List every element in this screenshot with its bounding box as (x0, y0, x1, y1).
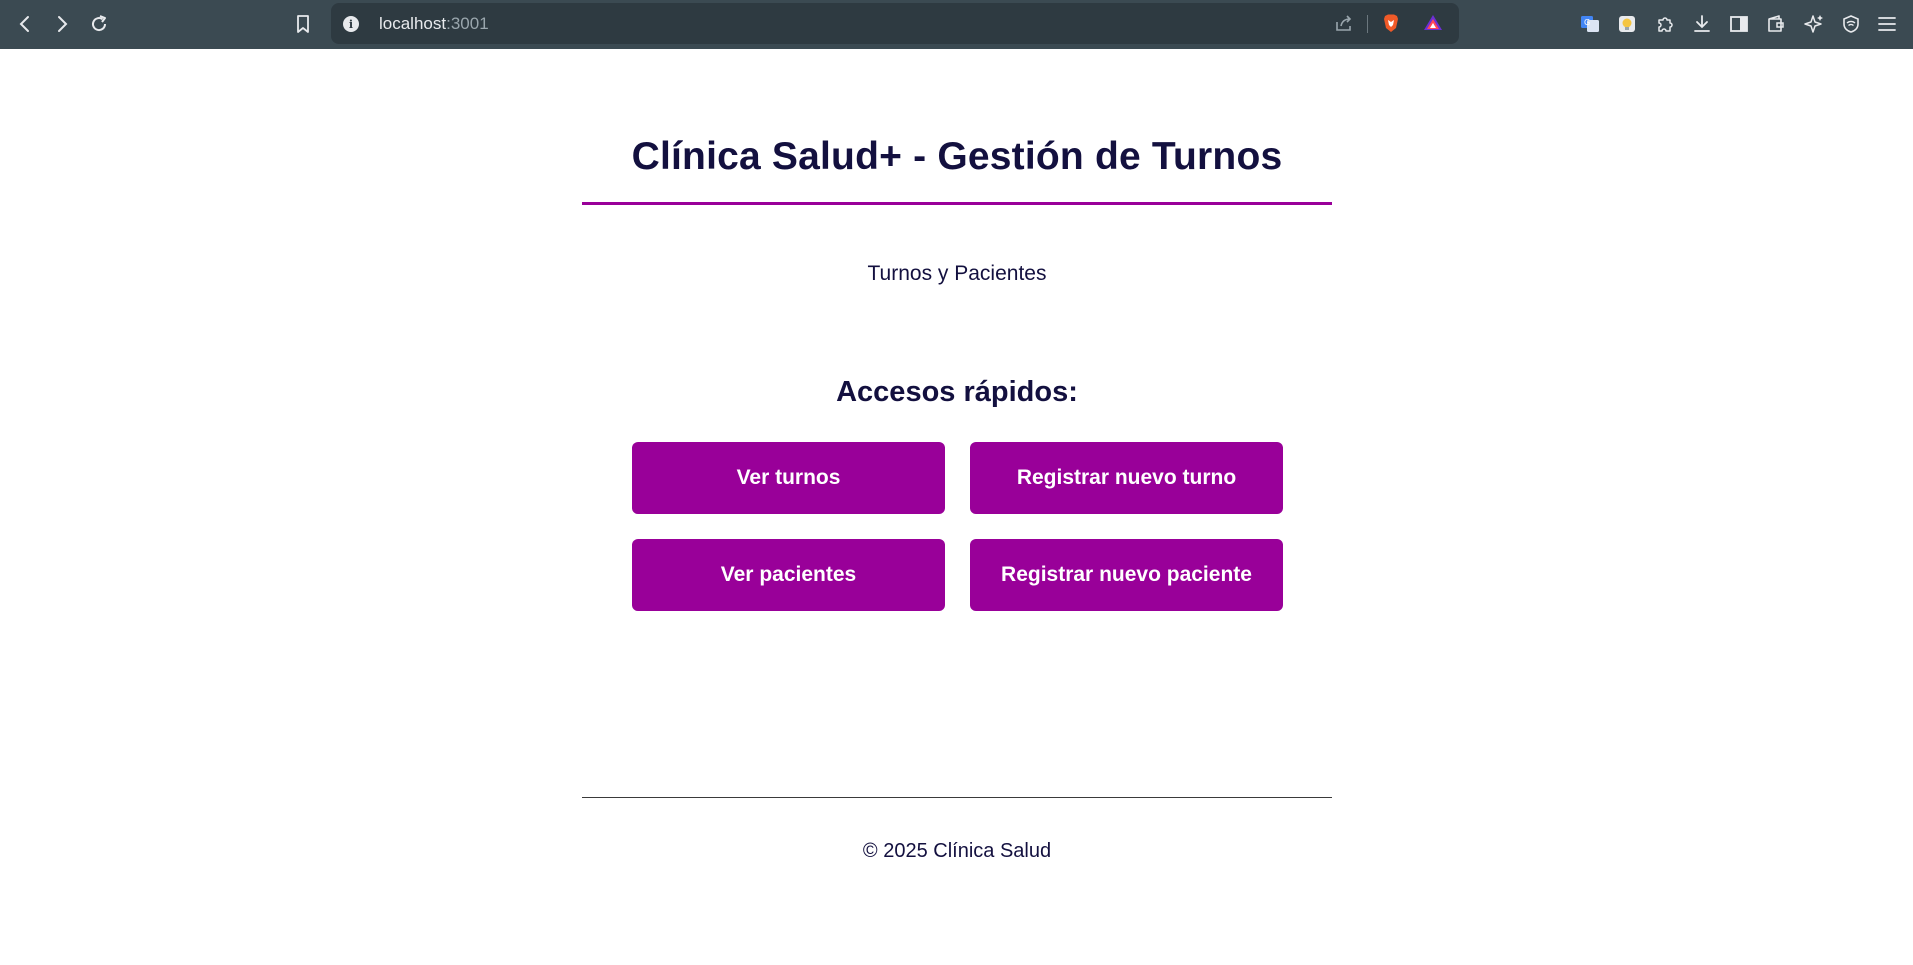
wallet-icon (1768, 15, 1784, 32)
forward-button[interactable] (48, 10, 76, 38)
leo-ai-button[interactable] (1801, 11, 1827, 37)
address-bar[interactable]: i localhost:3001 (331, 3, 1459, 44)
brave-rewards-button[interactable] (1420, 10, 1446, 36)
back-button[interactable] (11, 10, 39, 38)
bookmark-icon (297, 15, 309, 33)
brave-shields-button[interactable] (1378, 10, 1404, 36)
brave-rewards-icon (1424, 15, 1442, 30)
reload-icon (92, 15, 107, 32)
info-icon[interactable]: i (343, 16, 359, 32)
brave-shields-icon (1384, 14, 1398, 32)
wallet-button[interactable] (1763, 11, 1789, 37)
vpn-icon (1843, 15, 1859, 33)
page-header: Clínica Salud+ - Gestión de Turnos (582, 133, 1332, 205)
forward-icon (58, 16, 68, 32)
menu-button[interactable] (1874, 11, 1900, 37)
extensions-button[interactable] (1652, 11, 1678, 37)
translate-extension-button[interactable]: G (1577, 11, 1603, 37)
bookmark-button[interactable] (289, 10, 317, 38)
sidebar-button[interactable] (1726, 11, 1752, 37)
downloads-icon (1694, 15, 1710, 32)
back-icon (19, 16, 29, 32)
omnibox-separator (1367, 15, 1368, 33)
url-text[interactable]: localhost:3001 (379, 14, 489, 34)
browser-toolbar: i localhost:3001 G (0, 0, 1913, 49)
vpn-button[interactable] (1838, 11, 1864, 37)
url-host: localhost (379, 14, 447, 33)
ver-pacientes-button[interactable]: Ver pacientes (632, 539, 945, 611)
ver-turnos-button[interactable]: Ver turnos (632, 442, 945, 514)
page-title: Clínica Salud+ - Gestión de Turnos (631, 135, 1283, 178)
quick-access-title: Accesos rápidos: (836, 376, 1078, 408)
page-subtitle: Turnos y Pacientes (867, 262, 1047, 285)
reload-button[interactable] (85, 10, 113, 38)
extensions-puzzle-icon (1658, 17, 1673, 32)
registrar-nuevo-turno-button[interactable]: Registrar nuevo turno (970, 442, 1283, 514)
translate-extension-icon: G (1581, 16, 1599, 32)
page-content: Clínica Salud+ - Gestión de Turnos Turno… (0, 49, 1913, 965)
footer-divider (582, 797, 1332, 798)
extension-button[interactable] (1614, 11, 1640, 37)
footer-copyright: © 2025 Clínica Salud (862, 840, 1052, 862)
downloads-button[interactable] (1689, 11, 1715, 37)
menu-icon (1878, 17, 1896, 31)
leo-ai-icon (1804, 15, 1823, 33)
registrar-nuevo-paciente-button[interactable]: Registrar nuevo paciente (970, 539, 1283, 611)
svg-text:G: G (1584, 18, 1590, 27)
share-icon (1336, 15, 1352, 31)
extension-icon (1619, 16, 1635, 32)
url-port: :3001 (446, 14, 489, 33)
sidebar-icon (1730, 16, 1748, 32)
share-button[interactable] (1331, 10, 1357, 36)
